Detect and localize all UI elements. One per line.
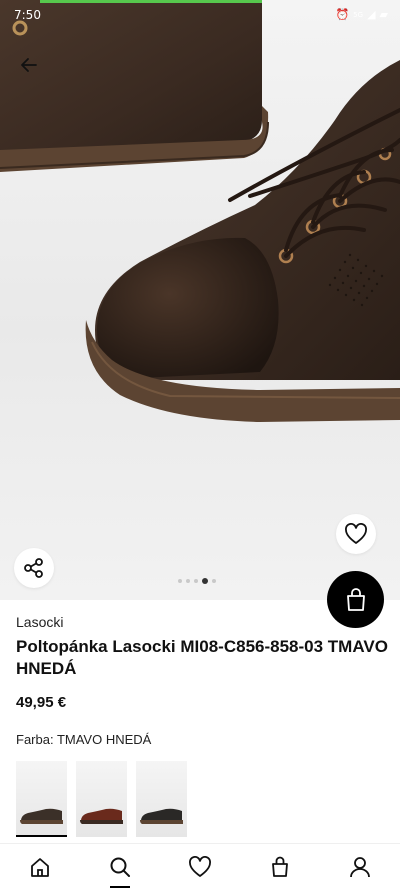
user-icon <box>350 856 370 877</box>
product-brand[interactable]: Lasocki <box>16 614 63 630</box>
signal-icon: ◢ <box>367 8 376 21</box>
gallery-dot[interactable] <box>212 579 216 583</box>
add-to-cart-button[interactable] <box>327 571 384 628</box>
product-title: Poltopánka Lasocki MI08-C856-858-03 TMAV… <box>16 637 388 678</box>
nav-favorites[interactable] <box>180 847 220 887</box>
status-icons: ⏰ 5G ◢ ▰ <box>335 8 388 21</box>
shopping-bag-icon <box>346 587 365 611</box>
color-variant-thumbnail[interactable] <box>16 761 67 837</box>
product-image-gallery[interactable]: 7:50 ⏰ 5G ◢ ▰ <box>0 0 400 600</box>
color-variants <box>16 761 187 837</box>
arrow-left-icon <box>21 58 37 72</box>
gallery-dot[interactable] <box>178 579 182 583</box>
share-icon <box>24 558 43 578</box>
network-type: 5G <box>353 10 364 19</box>
nav-profile[interactable] <box>340 847 380 887</box>
bag-icon <box>272 856 288 877</box>
loading-progress-bar <box>40 0 262 3</box>
color-variant-thumbnail[interactable] <box>76 761 127 837</box>
product-price: 49,95 € <box>16 694 67 711</box>
shoe-thumbnail-image <box>80 808 123 824</box>
color-label: Farba: TMAVO HNEDÁ <box>16 732 152 747</box>
nav-cart[interactable] <box>260 847 300 887</box>
shoe-thumbnail-image <box>20 808 63 824</box>
status-time: 7:50 <box>14 8 41 22</box>
shoe-thumbnail-image <box>140 808 183 824</box>
gallery-pagination <box>178 578 216 584</box>
home-icon <box>31 857 49 877</box>
gallery-dot[interactable] <box>202 578 208 584</box>
alarm-icon: ⏰ <box>335 8 350 21</box>
color-variant-thumbnail[interactable] <box>136 761 187 837</box>
share-button[interactable] <box>14 548 54 588</box>
favorite-button[interactable] <box>336 514 376 554</box>
nav-search[interactable] <box>100 847 140 888</box>
status-bar: 7:50 ⏰ 5G ◢ ▰ <box>0 0 400 30</box>
bottom-navigation <box>0 843 400 889</box>
gallery-dot[interactable] <box>194 579 198 583</box>
search-icon <box>110 857 130 877</box>
battery-icon: ▰ <box>379 8 388 21</box>
heart-icon <box>189 855 211 877</box>
gallery-dot[interactable] <box>186 579 190 583</box>
back-button[interactable] <box>14 50 44 80</box>
heart-icon <box>345 523 367 544</box>
nav-home[interactable] <box>20 847 60 887</box>
product-photo <box>0 0 400 422</box>
